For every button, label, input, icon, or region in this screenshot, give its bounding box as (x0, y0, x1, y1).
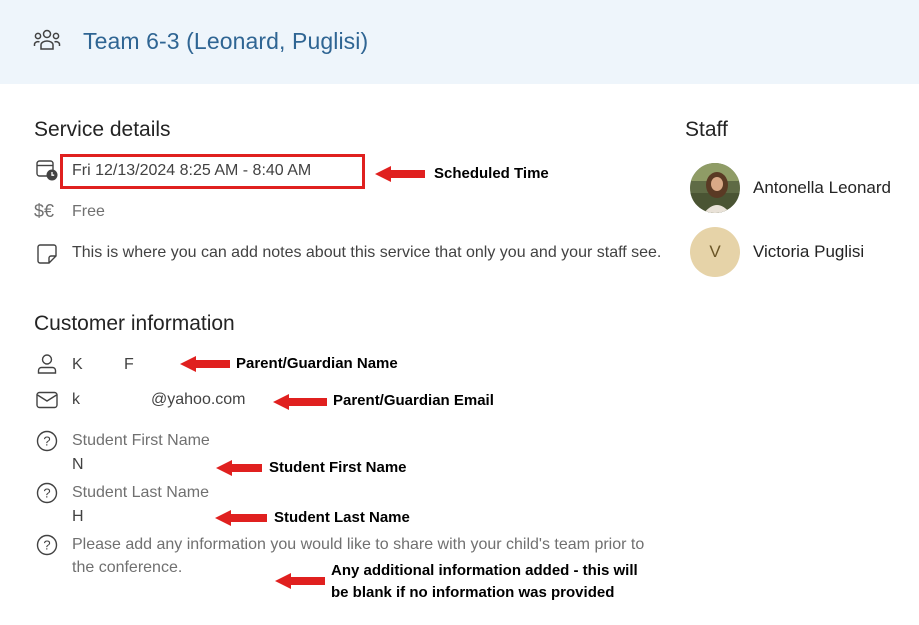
annotation-arrow (375, 166, 425, 182)
annotation-arrow (216, 460, 262, 476)
time-highlight-box (60, 154, 365, 189)
customer-last-name: F (124, 356, 134, 373)
question-circle-icon: ? (36, 430, 58, 452)
staff-name: Antonella Leonard (753, 178, 892, 197)
annotation-additional-info-line1: Any additional information added - this … (331, 562, 638, 579)
avatar (690, 163, 740, 213)
person-icon (37, 354, 57, 374)
annotation-scheduled-time: Scheduled Time (434, 165, 549, 182)
service-price: Free (72, 203, 105, 220)
avatar-initial: V (690, 227, 740, 277)
calendar-clock-icon (36, 160, 58, 181)
student-first-name-label: Student First Name (72, 432, 210, 449)
annotation-parent-name: Parent/Guardian Name (236, 355, 398, 372)
annotation-student-first-name: Student First Name (269, 459, 407, 476)
staff-heading: Staff (685, 118, 728, 141)
staff-name: Victoria Puglisi (753, 242, 865, 261)
annotation-student-last-name: Student Last Name (274, 509, 410, 526)
question-circle-icon: ? (36, 482, 58, 504)
customer-email-start: k (72, 391, 80, 408)
annotation-arrow (273, 394, 327, 410)
currency-icon: $€ (34, 201, 55, 221)
student-last-name-value: H (72, 508, 84, 525)
svg-text:?: ? (43, 486, 50, 501)
student-last-name-label: Student Last Name (72, 484, 209, 501)
svg-text:?: ? (43, 434, 50, 449)
annotation-arrow (180, 356, 230, 372)
team-icon (33, 29, 61, 50)
page-title: Team 6-3 (Leonard, Puglisi) (83, 28, 369, 54)
service-notes: This is where you can add notes about th… (72, 244, 662, 261)
page-header: Team 6-3 (Leonard, Puglisi) (0, 0, 919, 84)
question-circle-icon: ? (36, 534, 58, 556)
student-first-name-value: N (72, 456, 84, 473)
note-icon (37, 244, 57, 264)
customer-information-heading: Customer information (34, 312, 235, 335)
service-details-heading: Service details (34, 118, 171, 141)
annotation-arrow (275, 573, 325, 589)
annotation-arrow (215, 510, 267, 526)
svg-text:?: ? (43, 538, 50, 553)
customer-email-domain: @yahoo.com (151, 391, 246, 408)
annotation-parent-email: Parent/Guardian Email (333, 392, 494, 409)
annotation-additional-info-line2: be blank if no information was provided (331, 584, 615, 601)
customer-first-name: K (72, 356, 83, 373)
mail-icon (36, 391, 58, 409)
